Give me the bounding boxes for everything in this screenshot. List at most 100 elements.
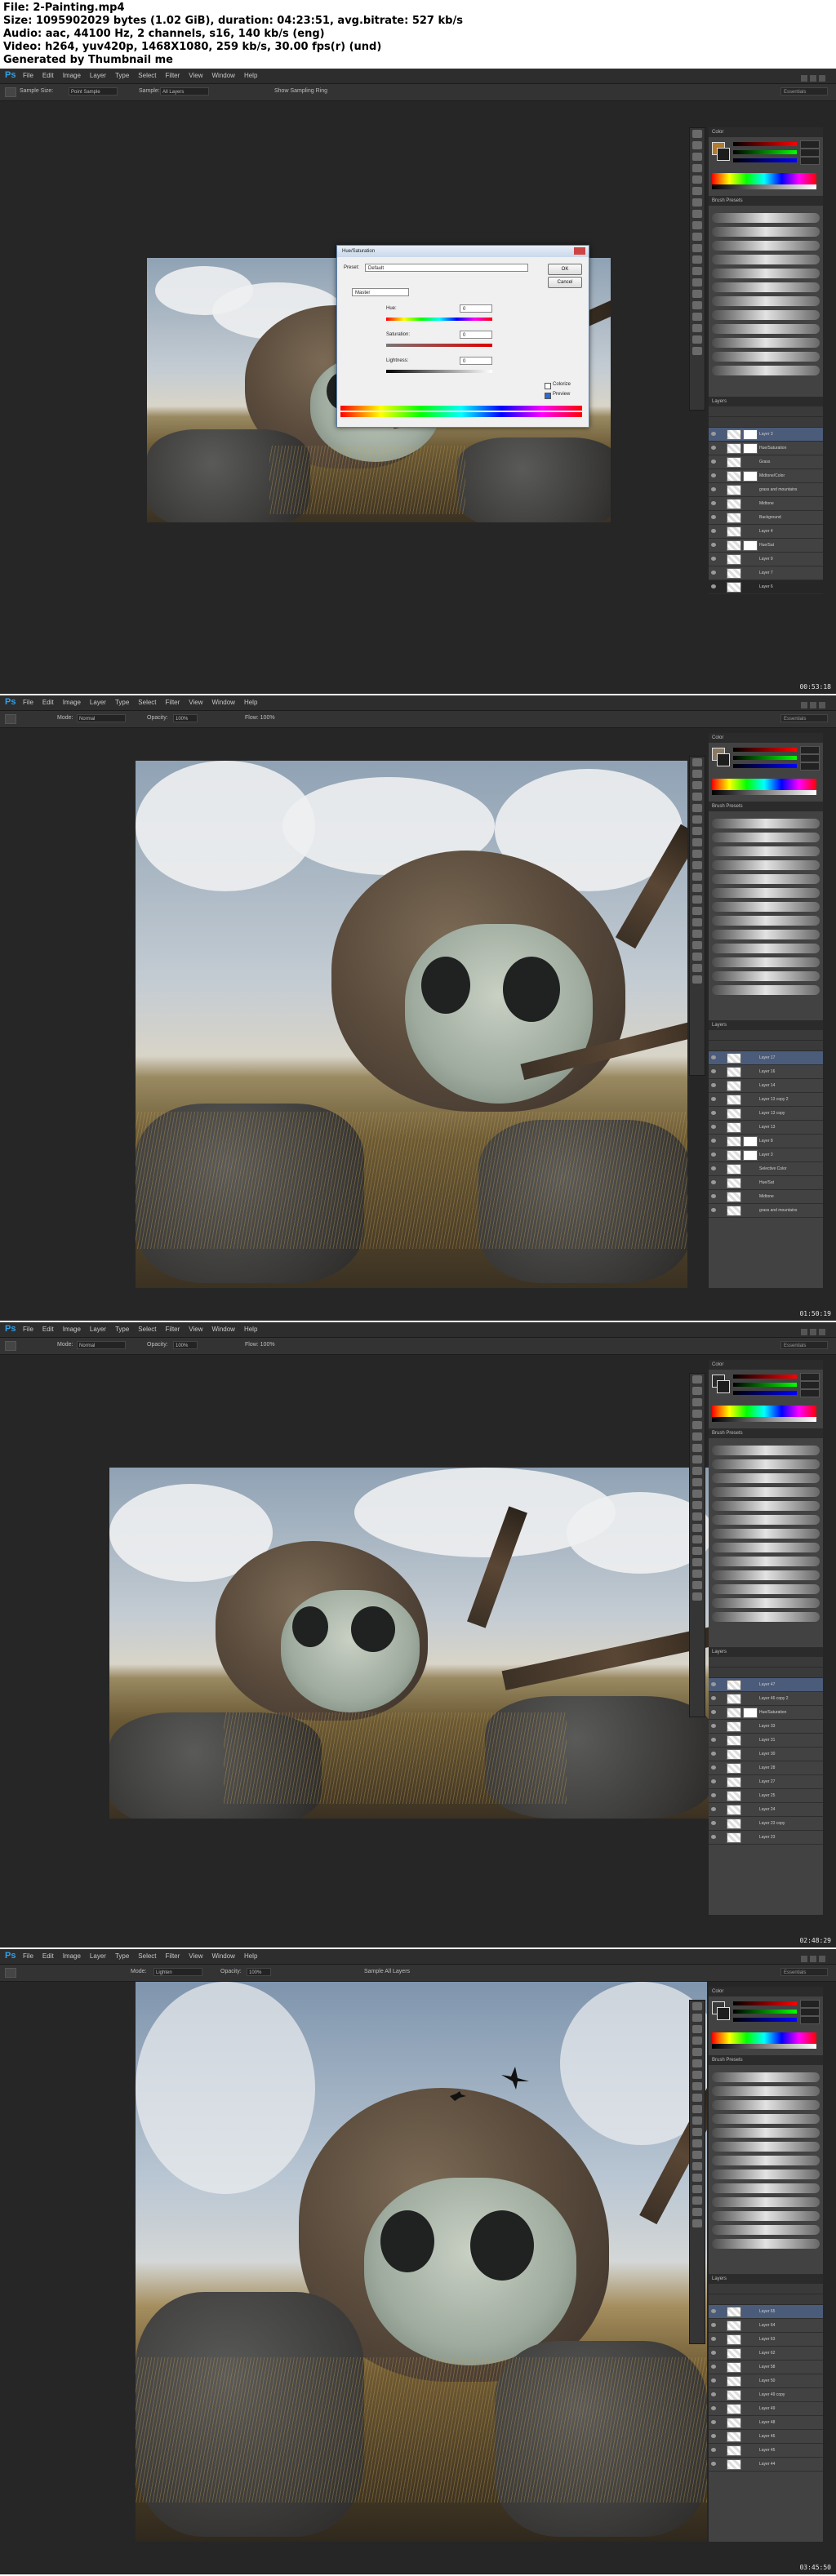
wand-tool-icon[interactable] xyxy=(692,164,702,172)
menu-select[interactable]: Select xyxy=(138,69,156,83)
visibility-icon[interactable] xyxy=(711,1696,716,1700)
background-swatch[interactable] xyxy=(717,753,730,766)
path-tool-icon[interactable] xyxy=(692,941,702,949)
history-tool-icon[interactable] xyxy=(692,861,702,869)
workspace-selector[interactable]: Essentials xyxy=(780,1968,828,1976)
gradient-tool-icon[interactable] xyxy=(692,884,702,892)
color-tab[interactable]: Color xyxy=(709,733,823,743)
visibility-icon[interactable] xyxy=(711,1166,716,1170)
zoom-tool-icon[interactable] xyxy=(692,1592,702,1601)
move-tool-icon[interactable] xyxy=(692,1375,702,1383)
gradient-tool-icon[interactable] xyxy=(692,255,702,264)
layer-row[interactable]: Layer 47 xyxy=(709,1678,823,1692)
history-tool-icon[interactable] xyxy=(692,1478,702,1486)
heal-tool-icon[interactable] xyxy=(692,198,702,207)
menu-image[interactable]: Image xyxy=(63,69,81,83)
brush-presets-tab[interactable]: Brush Presets xyxy=(709,802,823,811)
canvas-painting[interactable] xyxy=(136,761,687,1288)
crop-tool-icon[interactable] xyxy=(692,804,702,812)
color-tab[interactable]: Color xyxy=(709,127,823,137)
visibility-icon[interactable] xyxy=(711,1752,716,1756)
layer-row[interactable]: Layer 65 xyxy=(709,2305,823,2319)
window-controls[interactable] xyxy=(798,1952,831,1962)
visibility-icon[interactable] xyxy=(711,432,716,436)
layer-row[interactable]: Layer 3 xyxy=(709,1148,823,1162)
visibility-icon[interactable] xyxy=(711,1055,716,1059)
layer-row[interactable]: Layer 25 xyxy=(709,1789,823,1803)
lightness-value-field[interactable]: 0 xyxy=(460,357,492,365)
menu-view[interactable]: View xyxy=(189,1949,202,1964)
visibility-icon[interactable] xyxy=(711,557,716,561)
menu-window[interactable]: Window xyxy=(212,69,235,83)
hand-tool-icon[interactable] xyxy=(692,335,702,344)
menu-file[interactable]: File xyxy=(23,695,33,710)
visibility-icon[interactable] xyxy=(711,1710,716,1714)
visibility-icon[interactable] xyxy=(711,501,716,505)
lasso-tool-icon[interactable] xyxy=(692,1398,702,1406)
color-tab[interactable]: Color xyxy=(709,1987,823,1996)
menu-edit[interactable]: Edit xyxy=(42,695,54,710)
menu-image[interactable]: Image xyxy=(63,1949,81,1964)
brush-presets-list[interactable] xyxy=(709,811,823,1020)
preview-checkbox[interactable] xyxy=(545,393,551,399)
brush-presets-tab[interactable]: Brush Presets xyxy=(709,2055,823,2065)
wand-tool-icon[interactable] xyxy=(692,2036,702,2045)
visibility-icon[interactable] xyxy=(711,1194,716,1198)
menu-layer[interactable]: Layer xyxy=(90,69,106,83)
layer-row[interactable]: Layer 46 xyxy=(709,2430,823,2444)
option-value[interactable]: Lighten xyxy=(153,1968,202,1976)
window-controls[interactable] xyxy=(798,698,831,708)
eraser-tool-icon[interactable] xyxy=(692,1490,702,1498)
menu-filter[interactable]: Filter xyxy=(166,1322,180,1337)
layer-row[interactable]: Layer 48 xyxy=(709,2416,823,2430)
menu-filter[interactable]: Filter xyxy=(166,695,180,710)
visibility-icon[interactable] xyxy=(711,2434,716,2438)
visibility-icon[interactable] xyxy=(711,529,716,533)
menu-image[interactable]: Image xyxy=(63,695,81,710)
menu-file[interactable]: File xyxy=(23,1322,33,1337)
wand-tool-icon[interactable] xyxy=(692,1410,702,1418)
red-slider[interactable] xyxy=(733,142,797,146)
brush-presets-tab[interactable]: Brush Presets xyxy=(709,196,823,206)
visibility-icon[interactable] xyxy=(711,2309,716,2313)
brush-tool-icon[interactable] xyxy=(692,838,702,846)
blue-slider[interactable] xyxy=(733,1391,797,1395)
workspace-selector[interactable]: Essentials xyxy=(780,87,828,95)
layer-row[interactable]: Midtone xyxy=(709,1190,823,1204)
green-slider[interactable] xyxy=(733,150,797,154)
type-tool-icon[interactable] xyxy=(692,1547,702,1555)
green-slider[interactable] xyxy=(733,2010,797,2014)
menu-edit[interactable]: Edit xyxy=(42,1949,54,1964)
type-tool-icon[interactable] xyxy=(692,301,702,309)
option-value-2[interactable]: 100% xyxy=(247,1968,271,1976)
layer-row[interactable]: Layer 46 copy 2 xyxy=(709,1692,823,1706)
hue-value-field[interactable]: 0 xyxy=(460,304,492,313)
move-tool-icon[interactable] xyxy=(692,2002,702,2010)
menu-help[interactable]: Help xyxy=(244,69,257,83)
visibility-icon[interactable] xyxy=(711,1153,716,1157)
menu-layer[interactable]: Layer xyxy=(90,695,106,710)
option-value[interactable]: Point Sample xyxy=(69,87,118,95)
option-value[interactable]: Normal xyxy=(77,1341,126,1349)
canvas-painting[interactable] xyxy=(136,1982,707,2542)
menu-help[interactable]: Help xyxy=(244,1949,257,1964)
layer-row[interactable]: Hue/Saturation xyxy=(709,1706,823,1720)
brush-tool-icon[interactable] xyxy=(692,1455,702,1463)
layer-row[interactable]: Grass xyxy=(709,455,823,469)
layer-row[interactable]: Midtone xyxy=(709,497,823,511)
background-swatch[interactable] xyxy=(717,148,730,161)
channel-select[interactable]: Master xyxy=(352,288,409,296)
blur-tool-icon[interactable] xyxy=(692,2139,702,2147)
blur-tool-icon[interactable] xyxy=(692,1512,702,1521)
background-swatch[interactable] xyxy=(717,2007,730,2020)
menu-view[interactable]: View xyxy=(189,69,202,83)
layer-row[interactable]: Hue/Sat xyxy=(709,539,823,553)
layer-row[interactable]: Layer 13 copy 2 xyxy=(709,1093,823,1107)
menu-select[interactable]: Select xyxy=(138,1949,156,1964)
dodge-tool-icon[interactable] xyxy=(692,2151,702,2159)
menu-view[interactable]: View xyxy=(189,1322,202,1337)
blue-slider[interactable] xyxy=(733,2018,797,2022)
option-value-2[interactable]: 100% xyxy=(173,714,198,722)
menu-window[interactable]: Window xyxy=(212,695,235,710)
layer-row[interactable]: Layer 49 xyxy=(709,2402,823,2416)
